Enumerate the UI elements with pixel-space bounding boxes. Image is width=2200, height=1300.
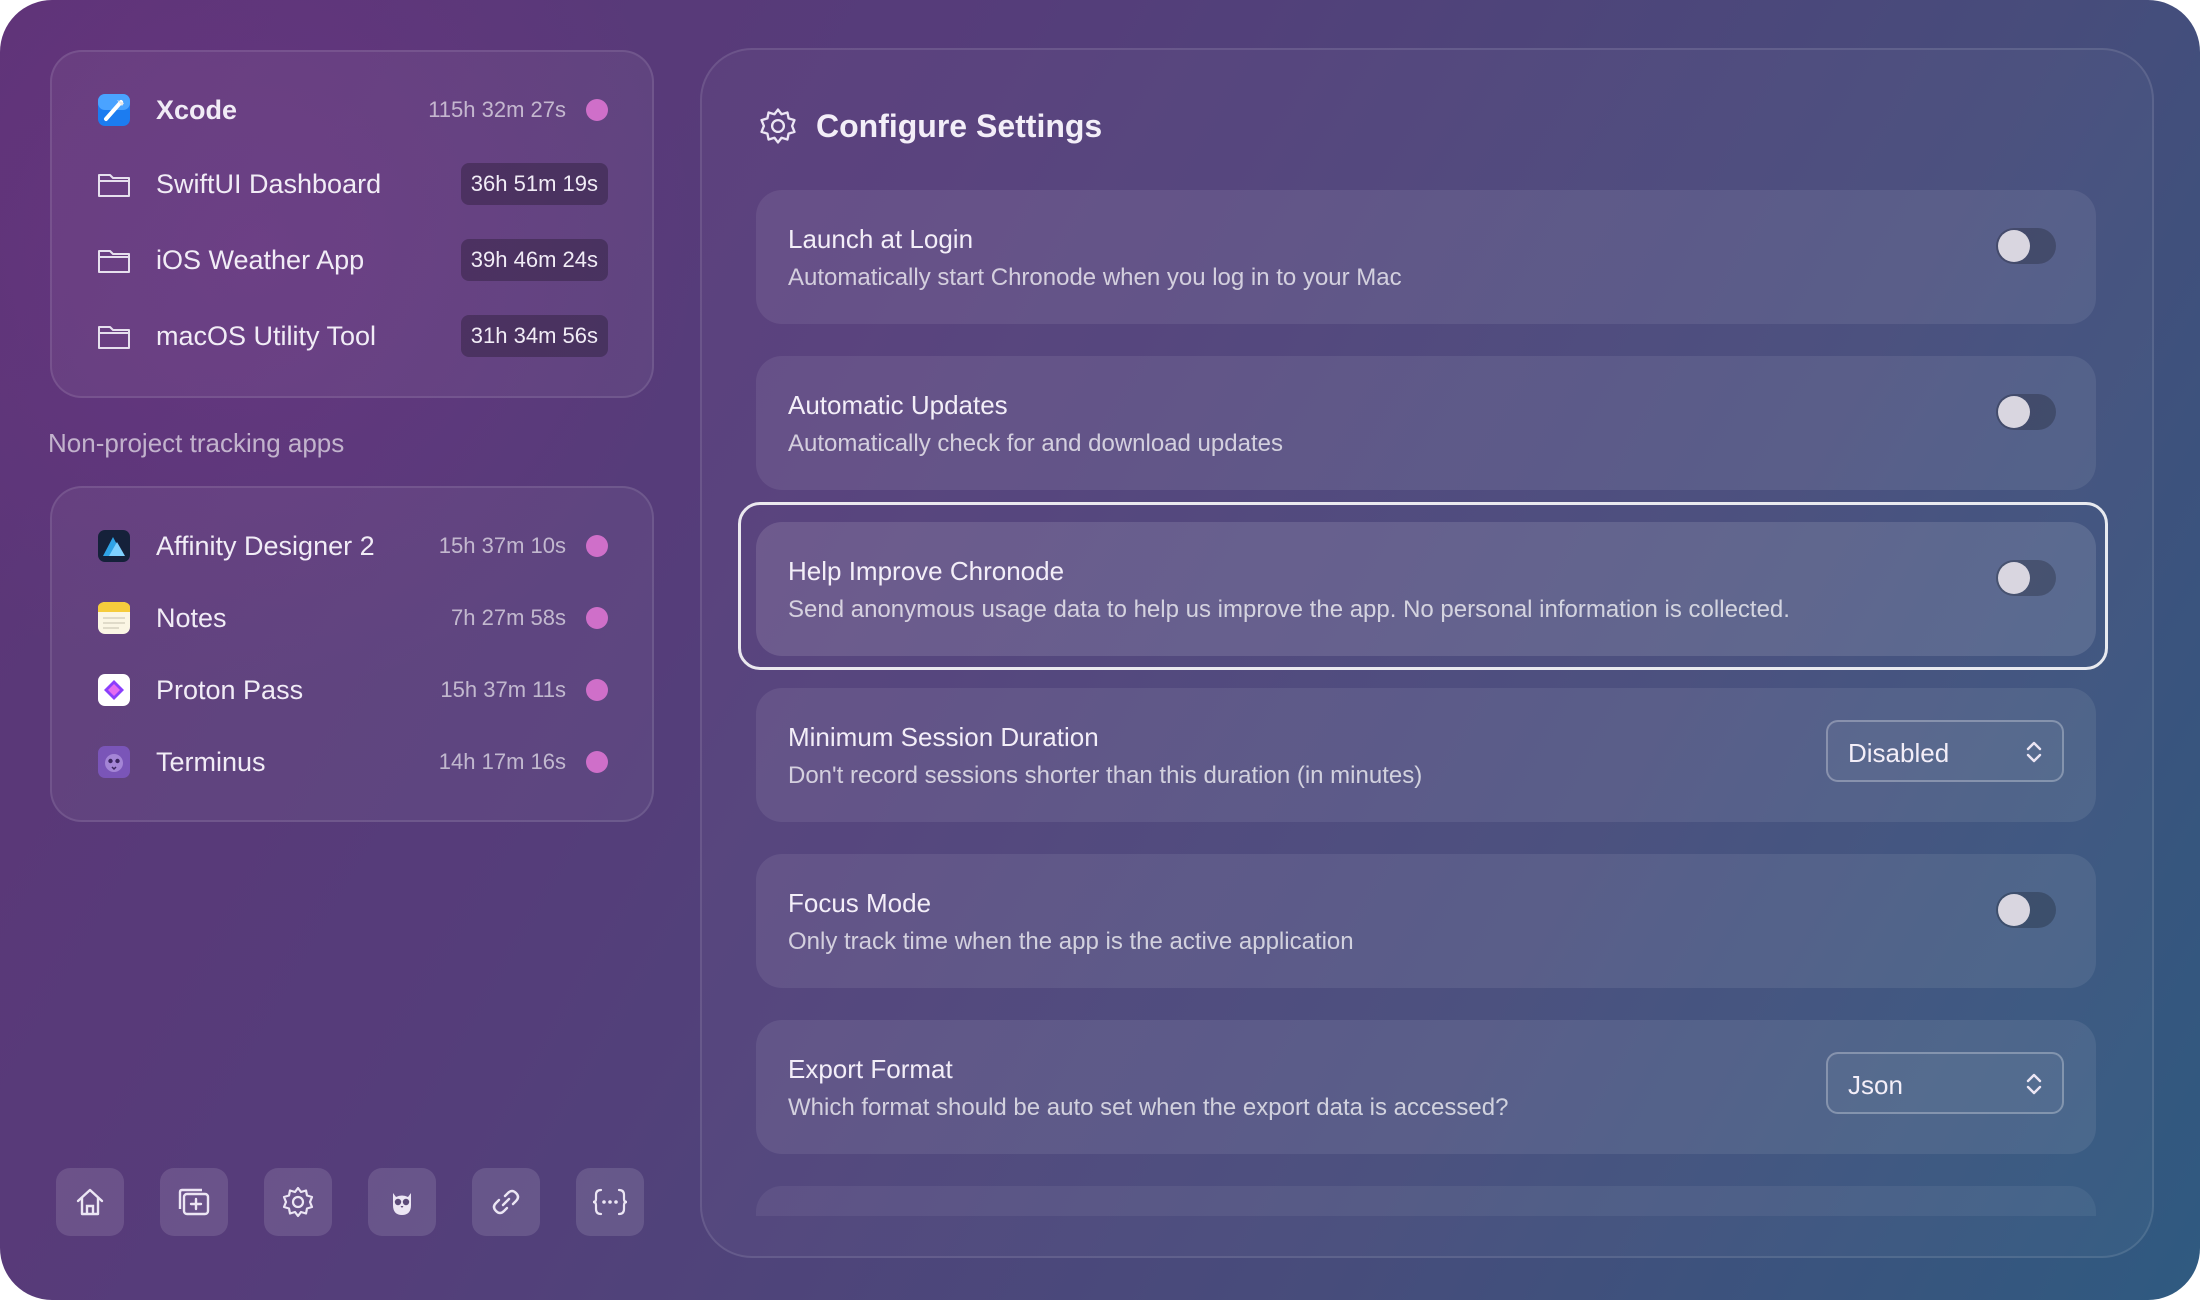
setting-description: Automatically start Chronode when you lo…	[788, 264, 1402, 291]
setting-description: Send anonymous usage data to help us imp…	[788, 596, 1790, 623]
owl-button[interactable]	[368, 1168, 436, 1236]
export-format-select[interactable]: Json	[1826, 1052, 2064, 1114]
settings-button[interactable]	[264, 1168, 332, 1236]
folder-icon	[96, 166, 132, 202]
affinity-designer-icon	[96, 528, 132, 564]
status-dot	[586, 535, 608, 557]
setting-launch-at-login: Launch at Login Automatically start Chro…	[756, 190, 2096, 324]
select-value: Json	[1848, 1070, 1903, 1100]
app-time: 15h 37m 11s	[440, 677, 566, 702]
setting-title: Help Improve Chronode	[788, 556, 1065, 586]
project-name: macOS Utility Tool	[156, 320, 377, 351]
help-improve-toggle[interactable]	[1996, 560, 2056, 596]
json-braces-icon	[592, 1188, 628, 1216]
proton-pass-icon	[96, 672, 132, 708]
chevron-up-down-icon	[2026, 1073, 2042, 1095]
status-dot	[586, 99, 608, 121]
status-dot	[586, 679, 608, 701]
project-row-macos-utility-tool[interactable]: macOS Utility Tool 31h 34m 56s	[96, 306, 608, 366]
toggle-knob	[1998, 894, 2030, 926]
setting-title: Minimum Session Duration	[788, 722, 1099, 752]
select-value: Disabled	[1848, 738, 1950, 768]
app-time: 15h 37m 10s	[438, 533, 566, 558]
project-name: iOS Weather App	[156, 244, 365, 275]
app-row-notes[interactable]: Notes 7h 27m 58s	[96, 588, 608, 648]
settings-header: Configure Settings	[758, 106, 1102, 146]
json-button[interactable]	[576, 1168, 644, 1236]
status-dot	[586, 751, 608, 773]
home-icon	[76, 1188, 104, 1216]
focus-mode-toggle[interactable]	[1996, 892, 2056, 928]
settings-title: Configure Settings	[816, 107, 1103, 144]
app-name: Terminus	[156, 746, 266, 777]
bottom-toolbar	[56, 1168, 644, 1236]
setting-title: Focus Mode	[788, 888, 932, 918]
automatic-updates-toggle[interactable]	[1996, 394, 2056, 430]
app-name: Proton Pass	[156, 674, 304, 705]
link-icon	[492, 1189, 520, 1215]
toggle-knob	[1998, 562, 2030, 594]
gear-icon	[760, 108, 796, 144]
setting-description: Don't record sessions shorter than this …	[788, 762, 1423, 789]
status-dot	[586, 607, 608, 629]
setting-description: Automatically check for and download upd…	[788, 430, 1283, 457]
setting-minimum-session-duration: Minimum Session Duration Don't record se…	[756, 688, 2096, 822]
project-row-xcode[interactable]: Xcode 115h 32m 27s	[96, 80, 608, 140]
setting-title: Automatic Updates	[788, 390, 1008, 420]
xcode-icon	[96, 92, 132, 128]
owl-icon	[393, 1193, 411, 1215]
folder-icon	[96, 242, 132, 278]
folder-icon	[96, 318, 132, 354]
notes-icon	[96, 600, 132, 636]
add-window-icon	[178, 1188, 210, 1216]
app-time: 7h 27m 58s	[451, 605, 566, 630]
project-name: SwiftUI Dashboard	[156, 168, 382, 199]
project-time: 36h 51m 19s	[460, 163, 608, 205]
chevron-up-down-icon	[2026, 741, 2042, 763]
setting-description: Which format should be auto set when the…	[788, 1094, 1509, 1121]
setting-automatic-updates: Automatic Updates Automatically check fo…	[756, 356, 2096, 490]
apps-card: Affinity Designer 2 15h 37m 10s Notes 7h…	[50, 486, 654, 822]
settings-panel: Configure Settings Launch at Login Autom…	[700, 48, 2154, 1258]
add-window-button[interactable]	[160, 1168, 228, 1236]
setting-help-improve: Help Improve Chronode Send anonymous usa…	[756, 522, 2096, 656]
setting-export-format: Export Format Which format should be aut…	[756, 1020, 2096, 1154]
home-button[interactable]	[56, 1168, 124, 1236]
launch-at-login-toggle[interactable]	[1996, 228, 2056, 264]
toggle-knob	[1998, 396, 2030, 428]
project-time: 39h 46m 24s	[460, 239, 608, 281]
app-time: 14h 17m 16s	[438, 749, 566, 774]
app-row-proton-pass[interactable]: Proton Pass 15h 37m 11s	[96, 660, 608, 720]
link-button[interactable]	[472, 1168, 540, 1236]
section-label: Non-project tracking apps	[48, 428, 345, 458]
app-row-terminus[interactable]: Terminus 14h 17m 16s	[96, 732, 608, 792]
app-name: Affinity Designer 2	[156, 530, 375, 561]
setting-title: Launch at Login	[788, 224, 974, 254]
setting-focus-mode: Focus Mode Only track time when the app …	[756, 854, 2096, 988]
project-row-swiftui-dashboard[interactable]: SwiftUI Dashboard 36h 51m 19s	[96, 154, 608, 214]
app-window: Xcode 115h 32m 27s SwiftUI Dashboard 36h…	[0, 0, 2200, 1300]
project-time: 115h 32m 27s	[428, 97, 566, 122]
toggle-knob	[1998, 230, 2030, 262]
gear-icon	[282, 1186, 314, 1218]
setting-description: Only track time when the app is the acti…	[788, 928, 1354, 955]
project-time: 31h 34m 56s	[460, 315, 608, 357]
setting-next-partial	[756, 1186, 2096, 1216]
project-name: Xcode	[156, 94, 238, 125]
app-row-affinity-designer[interactable]: Affinity Designer 2 15h 37m 10s	[96, 516, 608, 576]
project-row-ios-weather-app[interactable]: iOS Weather App 39h 46m 24s	[96, 230, 608, 290]
app-name: Notes	[156, 602, 227, 633]
minimum-session-duration-select[interactable]: Disabled	[1826, 720, 2064, 782]
setting-title: Export Format	[788, 1054, 953, 1084]
terminus-icon	[96, 744, 132, 780]
projects-card: Xcode 115h 32m 27s SwiftUI Dashboard 36h…	[50, 50, 654, 398]
